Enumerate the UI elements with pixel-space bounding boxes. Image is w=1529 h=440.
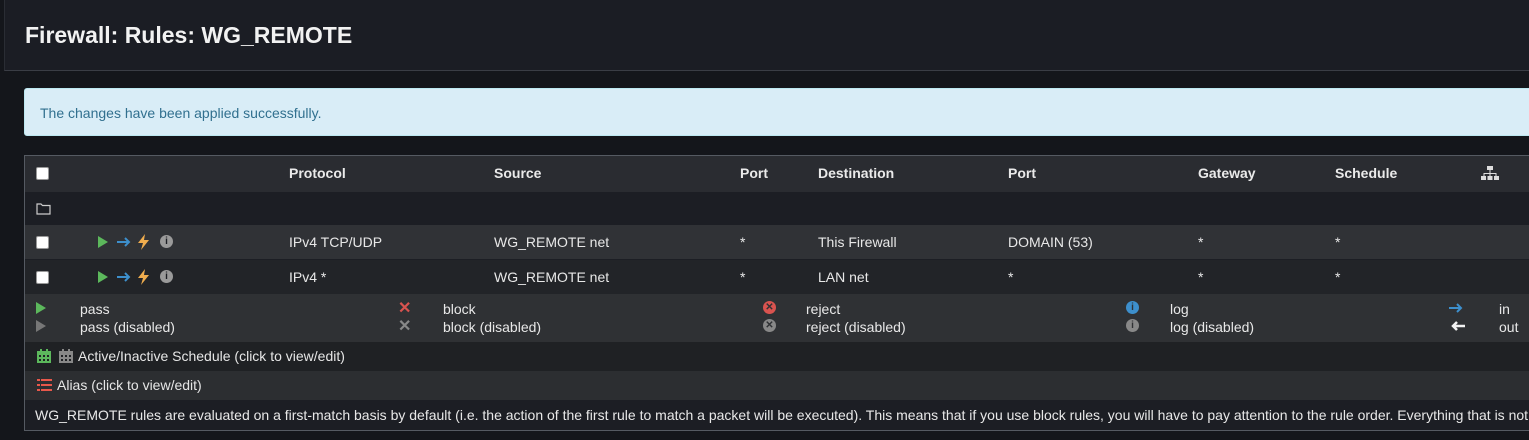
page-header: Firewall: Rules: WG_REMOTE bbox=[4, 0, 1529, 71]
col-destination[interactable]: Destination bbox=[818, 165, 894, 181]
pass-icon[interactable] bbox=[98, 271, 108, 283]
row-checkbox[interactable] bbox=[36, 236, 49, 249]
success-alert: The changes have been applied successful… bbox=[24, 88, 1529, 136]
legend: pass pass (disabled) ✕ block ✕ block (di… bbox=[25, 294, 1529, 342]
cell-dest-port: DOMAIN (53) bbox=[1008, 234, 1093, 250]
alias-legend: Alias (click to view/edit) bbox=[25, 371, 1529, 400]
legend-block: block bbox=[443, 301, 476, 317]
arrow-out-icon bbox=[1451, 321, 1465, 331]
cell-source-port: * bbox=[740, 269, 746, 285]
sitemap-icon[interactable] bbox=[1481, 166, 1499, 181]
arrow-in-icon bbox=[1449, 303, 1463, 313]
lightning-icon bbox=[138, 269, 149, 285]
block-disabled-icon: ✕ bbox=[398, 318, 412, 335]
folder-icon[interactable] bbox=[36, 202, 51, 215]
cell-protocol: IPv4 TCP/UDP bbox=[289, 234, 383, 250]
rules-note: WG_REMOTE rules are evaluated on a first… bbox=[25, 400, 1529, 430]
cell-source-port: * bbox=[740, 234, 746, 250]
cell-destination: LAN net bbox=[818, 269, 869, 285]
schedule-legend-text: Active/Inactive Schedule (click to view/… bbox=[78, 348, 345, 364]
info-icon[interactable]: i bbox=[160, 270, 173, 283]
legend-pass-disabled: pass (disabled) bbox=[80, 319, 175, 335]
calendar-inactive-icon bbox=[59, 349, 73, 363]
cell-source: WG_REMOTE net bbox=[494, 269, 610, 285]
cell-schedule: * bbox=[1335, 269, 1341, 285]
col-gateway[interactable]: Gateway bbox=[1198, 165, 1256, 181]
lightning-icon bbox=[138, 234, 149, 250]
reject-icon: ✕ bbox=[763, 301, 776, 314]
legend-reject: reject bbox=[806, 301, 841, 317]
rules-note-text: WG_REMOTE rules are evaluated on a first… bbox=[35, 407, 1529, 423]
reject-disabled-icon: ✕ bbox=[763, 319, 776, 332]
legend-log: log bbox=[1170, 301, 1189, 317]
col-schedule[interactable]: Schedule bbox=[1335, 165, 1397, 181]
col-source[interactable]: Source bbox=[494, 165, 541, 181]
table-row[interactable]: i IPv4 TCP/UDP WG_REMOTE net * This Fire… bbox=[25, 225, 1529, 259]
select-all-checkbox[interactable] bbox=[36, 167, 49, 180]
block-icon: ✕ bbox=[398, 300, 412, 317]
info-icon[interactable]: i bbox=[160, 235, 173, 248]
log-disabled-icon: i bbox=[1126, 319, 1139, 332]
cell-destination: This Firewall bbox=[818, 234, 897, 250]
col-protocol[interactable]: Protocol bbox=[289, 165, 346, 181]
page-title: Firewall: Rules: WG_REMOTE bbox=[25, 22, 353, 48]
log-icon: i bbox=[1126, 301, 1139, 314]
arrow-in-icon bbox=[117, 237, 131, 247]
legend-pass: pass bbox=[80, 301, 110, 317]
legend-in: in bbox=[1499, 301, 1510, 317]
legend-log-disabled: log (disabled) bbox=[1170, 319, 1255, 335]
separator-row bbox=[25, 192, 1529, 225]
legend-reject-disabled: reject (disabled) bbox=[806, 319, 906, 335]
cell-source: WG_REMOTE net bbox=[494, 234, 610, 250]
alias-legend-text: Alias (click to view/edit) bbox=[57, 377, 202, 393]
cell-schedule: * bbox=[1335, 234, 1341, 250]
pass-disabled-icon bbox=[36, 320, 46, 332]
cell-protocol: IPv4 * bbox=[289, 269, 327, 285]
cell-gateway: * bbox=[1198, 269, 1204, 285]
row-checkbox[interactable] bbox=[36, 271, 49, 284]
col-port-source[interactable]: Port bbox=[740, 165, 768, 181]
calendar-active-icon bbox=[37, 349, 51, 363]
table-row[interactable]: i IPv4 * WG_REMOTE net * LAN net * * * bbox=[25, 260, 1529, 294]
alert-message: The changes have been applied successful… bbox=[40, 105, 322, 121]
table-header: Protocol Source Port Destination Port Ga… bbox=[25, 156, 1529, 192]
cell-gateway: * bbox=[1198, 234, 1204, 250]
pass-icon bbox=[36, 302, 46, 314]
pass-icon[interactable] bbox=[98, 236, 108, 248]
legend-out: out bbox=[1499, 319, 1519, 335]
list-icon bbox=[37, 379, 52, 391]
legend-block-disabled: block (disabled) bbox=[443, 319, 542, 335]
cell-dest-port: * bbox=[1008, 269, 1014, 285]
rules-table: Protocol Source Port Destination Port Ga… bbox=[24, 155, 1529, 431]
arrow-in-icon bbox=[117, 272, 131, 282]
col-port-destination[interactable]: Port bbox=[1008, 165, 1036, 181]
schedule-legend: Active/Inactive Schedule (click to view/… bbox=[25, 342, 1529, 371]
